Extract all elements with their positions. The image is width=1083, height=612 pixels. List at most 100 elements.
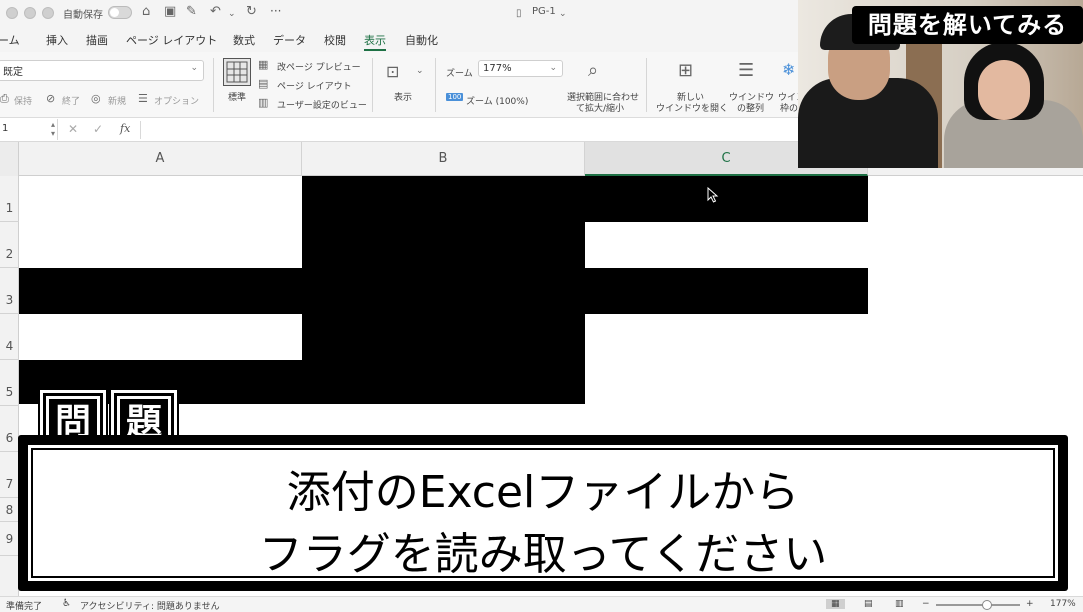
row-header-6[interactable]: 6 (0, 406, 19, 452)
filled-cell-b4[interactable] (302, 314, 585, 360)
caption-line-2: フラグを読み取ってください (258, 529, 828, 580)
undo-icon[interactable]: ↶ (210, 4, 221, 20)
zoom-out-button[interactable]: − (922, 599, 930, 609)
sheet-view-exit-button[interactable]: 終了 (62, 94, 80, 107)
zoom-window-button[interactable] (42, 7, 54, 19)
tab-view[interactable]: 表示 (364, 32, 386, 48)
name-box[interactable]: 1 ▴ ▾ (0, 119, 58, 140)
filled-cell-b2[interactable] (302, 222, 585, 268)
show-icon[interactable]: ⊡ (386, 62, 399, 81)
row-header-9[interactable]: 9 (0, 522, 19, 556)
row-headers: 1 2 3 4 5 6 7 8 9 (0, 176, 19, 612)
tab-formulas[interactable]: 数式 (233, 32, 255, 48)
freeze-panes-icon[interactable]: ❄ (782, 60, 795, 79)
options-icon: ☰ (138, 92, 148, 105)
filled-cell-range[interactable] (302, 176, 868, 222)
edit-icon[interactable]: ✎ (186, 4, 197, 20)
normal-view-icon[interactable] (223, 58, 251, 86)
page-break-preview-button[interactable]: 改ページ プレビュー (277, 60, 361, 73)
chevron-down-icon: ⌄ (190, 63, 198, 73)
confirm-icon[interactable]: ✓ (93, 122, 103, 136)
tab-insert[interactable]: 挿入 (46, 32, 68, 48)
new-window-icon[interactable]: ⊞ (678, 60, 693, 81)
column-header-b[interactable]: B (302, 142, 585, 176)
page-layout-button[interactable]: ページ レイアウト (277, 79, 352, 92)
sheet-view-select[interactable]: 既定 ⌄ (0, 60, 204, 81)
ribbon-divider (435, 58, 436, 112)
page-layout-status-icon[interactable]: ▤ (864, 599, 873, 609)
zoom-value: 177% (483, 63, 512, 74)
custom-view-button[interactable]: ユーザー設定のビュー (277, 98, 367, 111)
keep-icon: ⎙ (0, 92, 9, 105)
custom-view-icon: ▥ (258, 96, 269, 109)
stepper-icon[interactable]: ▴ ▾ (51, 120, 55, 138)
zoom-to-selection-button-line2[interactable]: て拡大/縮小 (576, 101, 624, 114)
close-window-button[interactable] (6, 7, 18, 19)
zoom-slider-thumb[interactable] (982, 600, 992, 610)
accessibility-icon[interactable]: ♿ (62, 598, 71, 609)
freeze-panes-button-line2[interactable]: 枠の (780, 101, 798, 114)
tab-review[interactable]: 校閲 (324, 32, 346, 48)
status-bar: 準備完了 ♿ アクセシビリティ: 問題ありません ▦ ▤ ▥ − + 177% (0, 596, 1083, 612)
undo-dropdown-icon[interactable]: ⌄ (228, 6, 236, 22)
tab-data[interactable]: データ (273, 32, 306, 48)
filled-cell-range[interactable] (19, 360, 585, 404)
page-break-icon: ▦ (258, 58, 269, 71)
page-break-status-icon[interactable]: ▥ (895, 599, 904, 609)
page-layout-icon: ▤ (258, 77, 269, 90)
sheet-view-keep-button[interactable]: 保持 (14, 94, 32, 107)
autosave-label: 自動保存 (63, 10, 103, 21)
home-icon[interactable]: ⌂ (142, 4, 150, 20)
autosave-toggle[interactable] (108, 6, 132, 19)
zoom-in-button[interactable]: + (1026, 599, 1034, 609)
new-window-button-line2[interactable]: ウインドウを開く (656, 101, 728, 114)
tab-page-layout[interactable]: ページ レイアウト (126, 32, 217, 48)
zoom-slider-track[interactable] (936, 604, 1020, 606)
row-header-5[interactable]: 5 (0, 360, 19, 406)
tab-draw[interactable]: 描画 (86, 32, 108, 48)
filled-cell-range[interactable] (19, 268, 868, 314)
formula-separator (140, 121, 141, 139)
row-header-7[interactable]: 7 (0, 452, 19, 498)
excel-window: 自動保存 ⌂ ▣ ✎ ↶ ⌄ ↻ ··· ▯ PG-1 ⌄ ーム 挿入 描画 ペ… (0, 0, 1083, 612)
active-tab-indicator (364, 49, 386, 51)
function-icon[interactable]: fx (120, 122, 130, 135)
select-all-corner[interactable] (0, 142, 19, 176)
document-title[interactable]: PG-1 (532, 6, 556, 17)
zoom-select[interactable]: 177% ⌄ (478, 60, 563, 77)
row-header-8[interactable]: 8 (0, 498, 19, 522)
ribbon-divider (646, 58, 647, 112)
row-header-2[interactable]: 2 (0, 222, 19, 268)
normal-view-status-icon[interactable]: ▦ (826, 599, 845, 609)
status-zoom-value[interactable]: 177% (1050, 599, 1076, 609)
ribbon-divider (372, 58, 373, 112)
status-ready: 準備完了 (6, 602, 43, 612)
row-header-1[interactable]: 1 (0, 176, 19, 222)
minimize-window-button[interactable] (24, 7, 36, 19)
more-icon[interactable]: ··· (270, 4, 281, 18)
webcam-title-badge: 問題を解いてみる (852, 6, 1083, 44)
caption-line-1: 添付のExcelファイルから (286, 467, 800, 518)
zoom-to-selection-icon[interactable]: ⌕ (588, 60, 598, 81)
zoom-100-button[interactable]: ズーム (100%) (466, 94, 528, 107)
row-header-3[interactable]: 3 (0, 268, 19, 314)
row-header-4[interactable]: 4 (0, 314, 19, 360)
arrange-button-line2[interactable]: の整列 (737, 101, 764, 114)
column-header-a[interactable]: A (19, 142, 302, 176)
presenter-2-face (978, 60, 1030, 120)
cancel-icon[interactable]: ✕ (68, 122, 78, 136)
accessibility-status[interactable]: アクセシビリティ: 問題ありません (80, 599, 220, 612)
title-chevron-down-icon[interactable]: ⌄ (559, 6, 567, 22)
tab-automate[interactable]: 自動化 (405, 32, 438, 48)
name-box-value: 1 (2, 123, 9, 134)
normal-view-label: 標準 (228, 93, 247, 103)
sheet-view-new-button[interactable]: 新規 (108, 94, 126, 107)
arrange-icon[interactable]: ☰ (738, 60, 754, 81)
save-icon[interactable]: ▣ (164, 4, 176, 20)
tab-home[interactable]: ーム (0, 32, 20, 48)
sheet-view-options-button[interactable]: オプション (154, 94, 199, 107)
ribbon-divider (213, 58, 214, 112)
redo-icon[interactable]: ↻ (246, 4, 257, 20)
show-dropdown-icon[interactable]: ⌄ (416, 66, 424, 76)
exit-icon: ⊘ (46, 92, 56, 105)
